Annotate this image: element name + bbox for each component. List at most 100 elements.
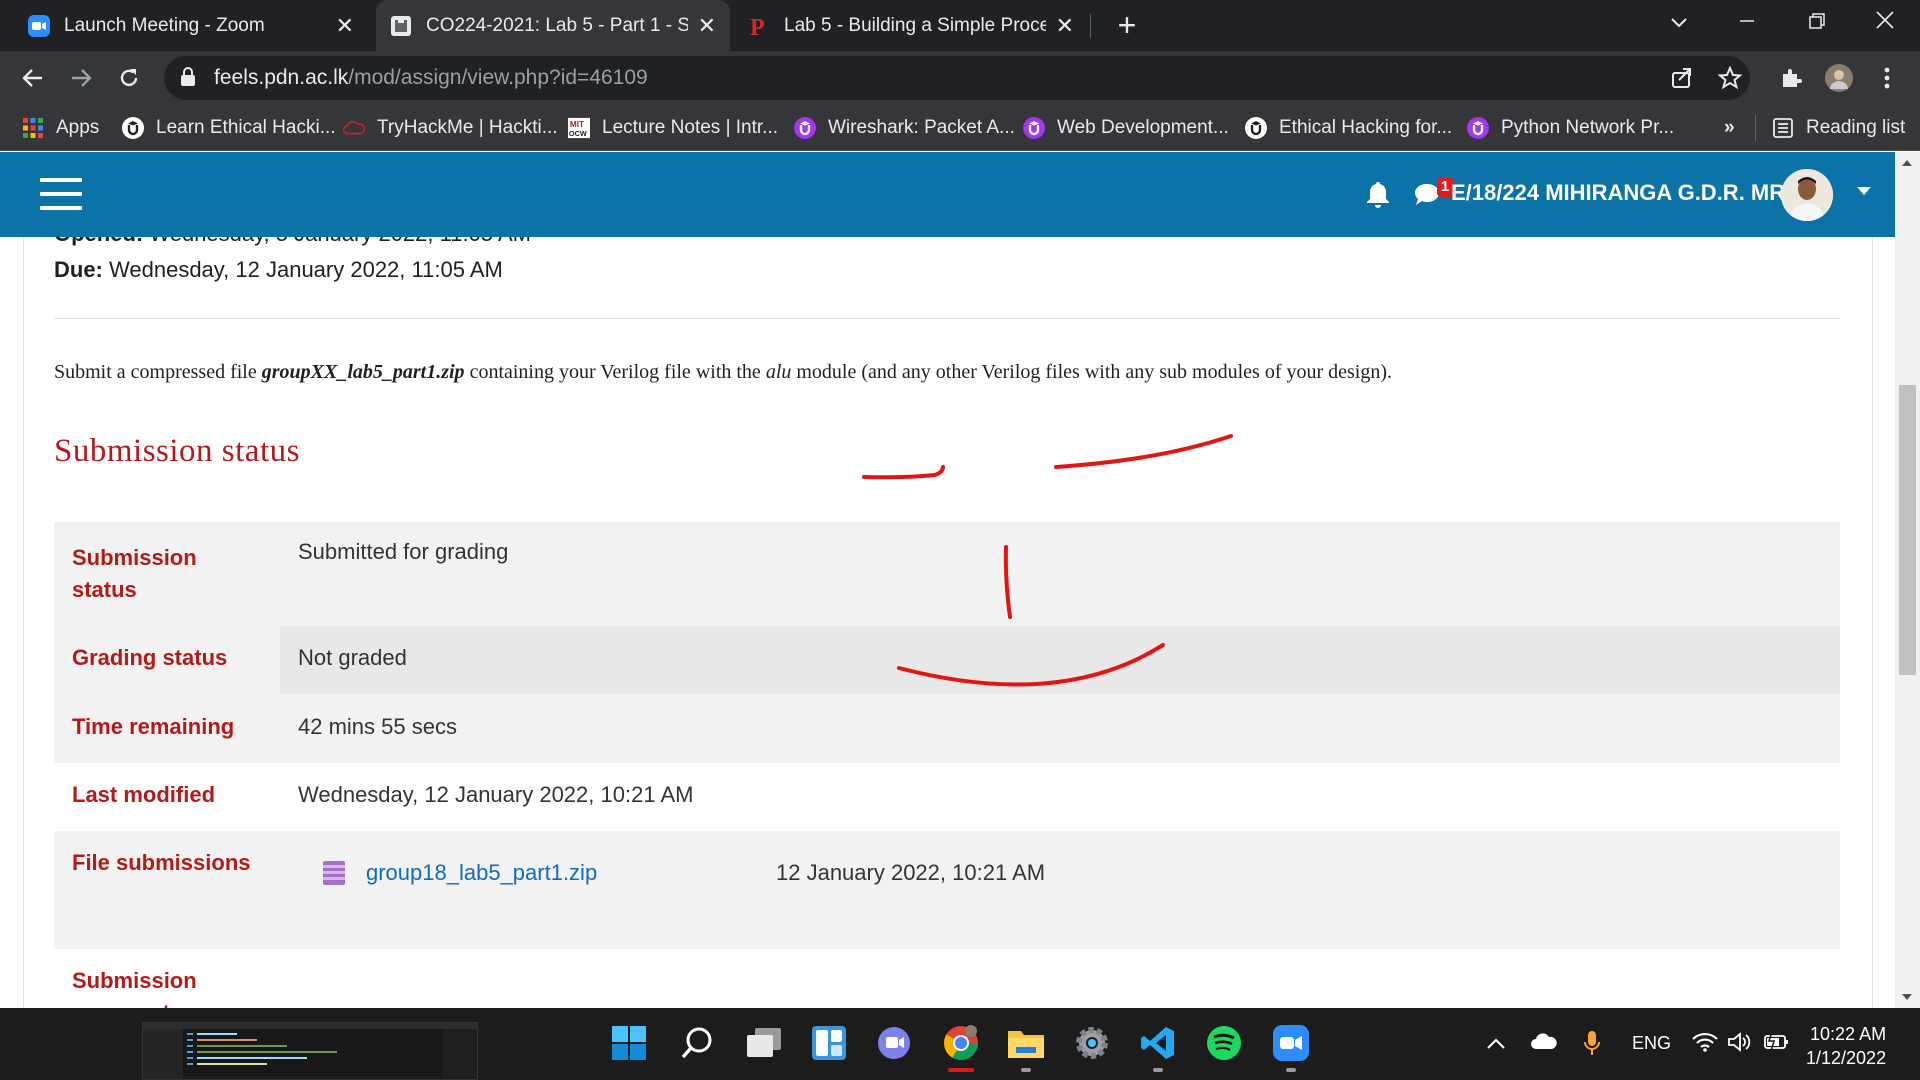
submission-status-heading: Submission status: [54, 433, 300, 469]
window-thumbnail-preview[interactable]: [142, 1022, 478, 1080]
scroll-down-arrow-icon[interactable]: [1902, 994, 1912, 1000]
table-row: Submission status Submitted for grading: [54, 522, 1840, 626]
bookmark-wireshark[interactable]: Wireshark: Packet A...: [794, 105, 1015, 151]
back-button[interactable]: [14, 59, 52, 97]
table-row: Grading status Not graded: [54, 626, 1840, 694]
bookmark-tryhackme[interactable]: TryHackMe | Hackti...: [343, 105, 558, 151]
zoom-taskbar-icon[interactable]: [1270, 1022, 1312, 1064]
clock-date: 1/12/2022: [1806, 1048, 1887, 1068]
row-label: Submission comments: [72, 968, 197, 1008]
chrome-menu-icon[interactable]: [1868, 59, 1906, 97]
row-value: Wednesday, 12 January 2022, 10:21 AM: [298, 782, 694, 807]
intro-prefix: Submit a compressed file: [54, 361, 262, 383]
bookmark-python-network[interactable]: Python Network Pr...: [1467, 105, 1674, 151]
intro-filename: groupXX_lab5_part1.zip: [261, 361, 465, 383]
zoom-icon: [28, 14, 50, 37]
tab-close-icon[interactable]: ✕: [698, 13, 716, 39]
intro-suffix: module (and any other Verilog files with…: [791, 361, 1393, 383]
show-hidden-icons-chevron-icon[interactable]: [1486, 1034, 1506, 1055]
onedrive-cloud-icon[interactable]: [1530, 1032, 1558, 1055]
bookmark-label: Wireshark: Packet A...: [828, 117, 1015, 138]
forward-button[interactable]: [62, 59, 100, 97]
svg-text:OCW: OCW: [569, 129, 587, 138]
user-name[interactable]: E/18/224 MIHIRANGA G.D.R. MR: [1451, 180, 1785, 206]
reload-button[interactable]: [110, 59, 148, 97]
bookmark-ethical-hacking-for[interactable]: Ethical Hacking for...: [1245, 105, 1452, 151]
tab-close-icon[interactable]: ✕: [1056, 13, 1074, 39]
scrollbar-thumb[interactable]: [1899, 385, 1916, 675]
bookmarks-separator: [1755, 115, 1756, 141]
system-clock[interactable]: 10:22 AM 1/12/2022: [1806, 1022, 1886, 1070]
bookmark-apps[interactable]: Apps: [22, 105, 99, 151]
file-download-link[interactable]: group18_lab5_part1.zip: [366, 857, 776, 889]
new-tab-button[interactable]: +: [1108, 6, 1146, 44]
row-value: [280, 949, 1840, 1008]
vscode-running-indicator: [1153, 1068, 1163, 1072]
file-explorer-icon[interactable]: [1005, 1022, 1047, 1064]
bookmark-web-development[interactable]: Web Development...: [1023, 105, 1229, 151]
windows-taskbar: ENG 10:22 AM 1/12/2022: [0, 1008, 1920, 1080]
clock-time: 10:22 AM: [1810, 1024, 1887, 1044]
reading-list-icon: [1772, 117, 1794, 139]
reading-list-button[interactable]: Reading list: [1772, 105, 1905, 151]
intro-module: alu: [765, 361, 792, 383]
page-scrollbar[interactable]: [1895, 152, 1920, 1008]
menu-hamburger-icon[interactable]: [40, 178, 82, 210]
lock-icon: [180, 67, 202, 89]
table-row: Submission comments: [54, 949, 1840, 1008]
close-window-button[interactable]: [1850, 0, 1920, 44]
restore-button[interactable]: [1782, 0, 1852, 44]
file-item: group18_lab5_part1.zip 12 January 2022, …: [298, 847, 1822, 889]
content-frame-left: [23, 237, 24, 1008]
settings-gear-icon[interactable]: [1071, 1022, 1113, 1064]
tab-close-icon[interactable]: ✕: [336, 13, 354, 39]
tab-lab5-pdf[interactable]: P Lab 5 - Building a Simple Process ✕: [734, 0, 1088, 51]
page-content: Opened: Wednesday, 5 January 2022, 11:05…: [0, 237, 1895, 1008]
wifi-icon[interactable]: [1692, 1032, 1718, 1057]
scroll-up-arrow-icon[interactable]: [1902, 160, 1912, 166]
extensions-puzzle-icon[interactable]: [1772, 59, 1810, 97]
tab-search-chevron-icon[interactable]: [1644, 0, 1714, 44]
mit-ocw-icon: MIT OCW: [568, 117, 590, 139]
opened-date: Opened: Wednesday, 5 January 2022, 11:05…: [54, 237, 531, 247]
search-icon[interactable]: [676, 1022, 718, 1064]
address-bar[interactable]: feels.pdn.ac.lk/mod/assign/view.php?id=4…: [164, 56, 1750, 100]
tab-zoom[interactable]: Launch Meeting - Zoom ✕: [0, 0, 368, 51]
teams-chat-icon[interactable]: [873, 1022, 915, 1064]
battery-charging-icon[interactable]: [1764, 1031, 1790, 1057]
minimize-button[interactable]: [1712, 0, 1782, 44]
udemy-icon: [1467, 117, 1489, 139]
row-label: Submission status: [72, 545, 197, 602]
windows-start-icon[interactable]: [608, 1022, 650, 1064]
opened-label: Opened:: [54, 237, 143, 246]
microphone-icon[interactable]: [1584, 1030, 1600, 1061]
task-view-icon[interactable]: [743, 1022, 785, 1064]
profile-avatar[interactable]: [1820, 59, 1858, 97]
tab-title: Lab 5 - Building a Simple Process: [784, 14, 1046, 36]
table-row: Time remaining 42 mins 55 secs: [54, 694, 1840, 763]
bookmarks-overflow-button[interactable]: »: [1724, 105, 1735, 151]
notifications-bell-icon[interactable]: [1365, 180, 1393, 208]
spotify-icon[interactable]: [1203, 1022, 1245, 1064]
opened-value: Wednesday, 5 January 2022, 11:05 AM: [149, 237, 531, 246]
bookmark-star-icon[interactable]: [1711, 59, 1749, 97]
widgets-icon[interactable]: [808, 1022, 850, 1064]
bookmark-label: TryHackMe | Hackti...: [377, 117, 558, 138]
browser-toolbar: feels.pdn.ac.lk/mod/assign/view.php?id=4…: [0, 51, 1920, 105]
udemy-icon: [794, 117, 816, 139]
user-menu-caret-icon[interactable]: [1857, 187, 1871, 195]
chrome-icon[interactable]: [940, 1022, 982, 1064]
bookmark-label: Apps: [56, 117, 100, 138]
volume-speaker-icon[interactable]: [1728, 1032, 1752, 1057]
bookmark-learn-ethical-hacking[interactable]: Learn Ethical Hacki...: [122, 105, 336, 151]
table-row: Last modified Wednesday, 12 January 2022…: [54, 763, 1840, 831]
tab-title: CO224-2021: Lab 5 - Part 1 - Sub: [426, 14, 688, 36]
udemy-icon: [1023, 117, 1045, 139]
share-icon[interactable]: [1663, 59, 1701, 97]
vscode-icon[interactable]: [1137, 1022, 1179, 1064]
row-label: Time remaining: [72, 714, 235, 739]
tab-co224-lab5[interactable]: CO224-2021: Lab 5 - Part 1 - Sub ✕: [376, 0, 730, 51]
bookmark-lecture-notes[interactable]: MIT OCW Lecture Notes | Intr...: [568, 105, 778, 151]
user-avatar[interactable]: [1781, 169, 1833, 221]
language-indicator[interactable]: ENG: [1632, 1033, 1671, 1054]
